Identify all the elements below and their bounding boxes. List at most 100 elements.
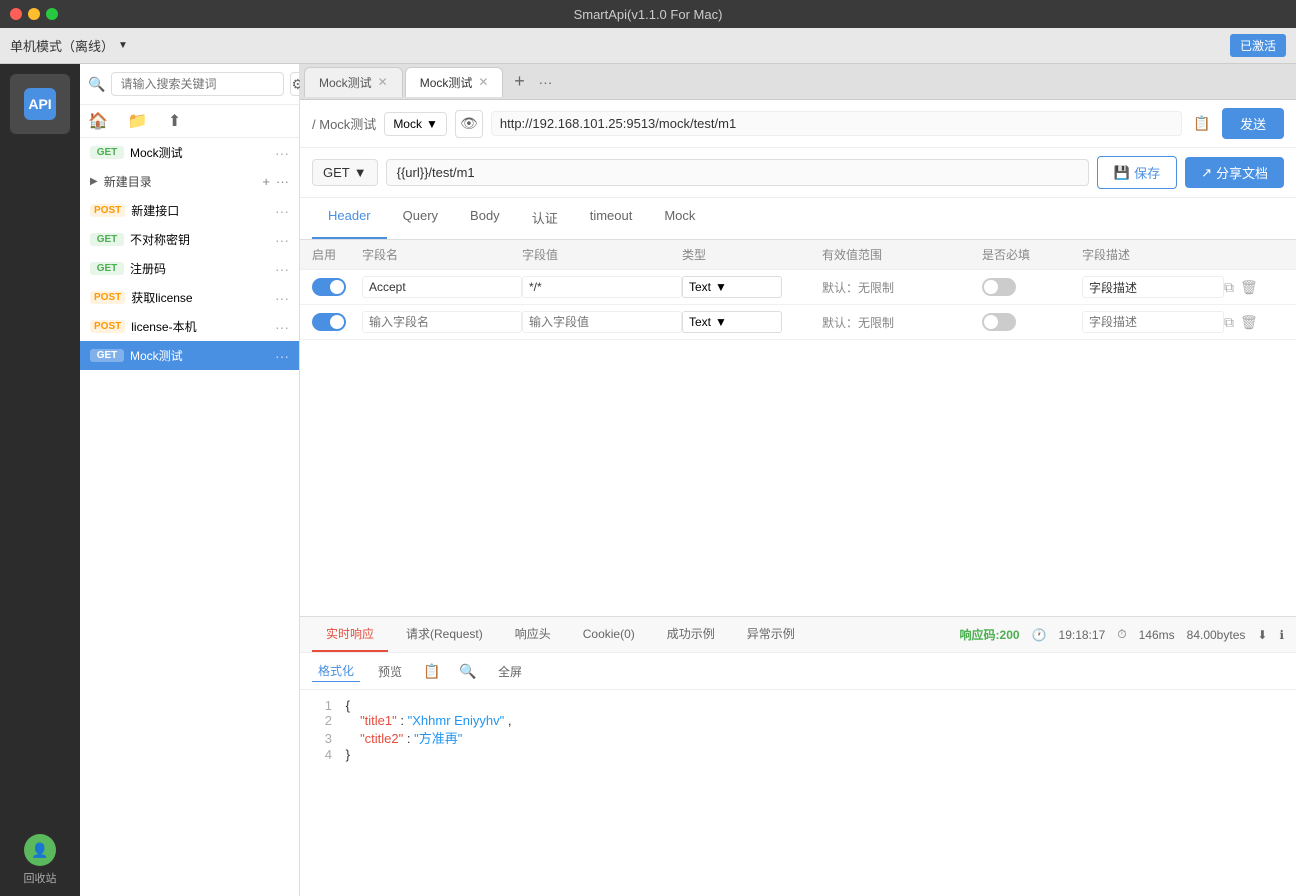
response-tab-headers[interactable]: 响应头 — [501, 617, 565, 652]
row2-field-value[interactable] — [522, 311, 682, 333]
mock-select[interactable]: Mock ▼ — [384, 112, 447, 136]
traffic-lights — [10, 8, 58, 20]
row1-field-value[interactable] — [522, 276, 682, 298]
row2-enable-toggle[interactable] — [312, 313, 346, 331]
search-input[interactable] — [111, 72, 284, 96]
list-item[interactable]: GET 注册码 ··· — [80, 254, 299, 283]
more-icon[interactable]: ··· — [275, 290, 289, 306]
more-icon[interactable]: ··· — [275, 145, 289, 161]
tab-nav-body[interactable]: Body — [454, 198, 516, 239]
row2-required-toggle[interactable] — [982, 313, 1016, 331]
row2-range: 默认：无限制 — [822, 316, 894, 330]
save-button[interactable]: 💾 保存 — [1097, 156, 1177, 189]
api-item-name: license-本机 — [131, 318, 269, 335]
delete-icon[interactable]: 🗑 — [1240, 279, 1258, 296]
response-toolbar: 格式化 预览 📋 🔍 全屏 — [300, 653, 1296, 690]
json-line-4: 4 } — [312, 747, 1284, 762]
file-action-folder[interactable]: 📁 — [128, 111, 148, 131]
copy-response-button[interactable]: 📋 — [420, 659, 444, 683]
tab-mock2[interactable]: Mock测试 ✕ — [405, 67, 504, 97]
copy-icon[interactable]: ⧉ — [1224, 314, 1234, 331]
row1-description[interactable] — [1082, 276, 1224, 298]
row1-enable-toggle[interactable] — [312, 278, 346, 296]
list-item-active[interactable]: GET Mock测试 ··· — [80, 341, 299, 370]
close-icon[interactable]: ✕ — [378, 75, 388, 89]
file-action-home[interactable]: 🏠 — [88, 111, 108, 131]
api-item-name: Mock测试 — [130, 144, 269, 161]
path-input[interactable] — [386, 159, 1089, 186]
main-layout: API 👤 回收站 🔍 ⚙ 🏠 📁 ⬆ GET Mock测试 ··· — [0, 64, 1296, 896]
header-description: 字段描述 — [1082, 246, 1224, 263]
sidebar-bottom: 👤 回收站 — [24, 834, 57, 896]
add-icon[interactable]: + — [262, 174, 270, 189]
tab-nav-header[interactable]: Header — [312, 198, 387, 239]
app-title: SmartApi(v1.1.0 For Mac) — [574, 7, 723, 22]
close-traffic-light[interactable] — [10, 8, 22, 20]
copy-icon[interactable]: ⧉ — [1224, 279, 1234, 296]
list-item[interactable]: GET Mock测试 ··· — [80, 138, 299, 167]
folder-more-icon[interactable]: ··· — [276, 174, 289, 189]
row1-field-name[interactable] — [362, 276, 522, 298]
tab-mock1[interactable]: Mock测试 ✕ — [304, 67, 403, 97]
more-icon[interactable]: ··· — [275, 261, 289, 277]
close-icon[interactable]: ✕ — [478, 75, 488, 89]
eye-button[interactable]: 👁 — [455, 110, 483, 138]
more-icon[interactable]: ··· — [275, 348, 289, 364]
tab-nav-auth[interactable]: 认证 — [516, 198, 574, 239]
search-response-button[interactable]: 🔍 — [456, 659, 480, 683]
api-icon: API — [24, 88, 56, 120]
tab-nav-query[interactable]: Query — [387, 198, 454, 239]
preview-button[interactable]: 预览 — [372, 661, 408, 682]
list-item[interactable]: POST 新建接口 ··· — [80, 196, 299, 225]
file-action-export[interactable]: ⬆ — [168, 111, 181, 131]
folder-name: 新建目录 — [104, 173, 152, 190]
mode-selector[interactable]: 单机模式（离线） ▼ — [10, 36, 128, 55]
tab-nav-timeout[interactable]: timeout — [574, 198, 649, 239]
line-num: 2 — [312, 713, 342, 728]
share-button[interactable]: ↗ 分享文档 — [1185, 157, 1284, 188]
response-tab-error[interactable]: 异常示例 — [733, 617, 809, 652]
row2-description[interactable] — [1082, 311, 1224, 333]
method-badge: GET — [90, 233, 124, 246]
delete-icon[interactable]: 🗑 — [1240, 314, 1258, 331]
method-bar: GET ▼ 💾 保存 ↗ 分享文档 — [300, 148, 1296, 198]
method-select[interactable]: GET ▼ — [312, 159, 378, 186]
list-item[interactable]: GET 不对称密钥 ··· — [80, 225, 299, 254]
share-icon: ↗ — [1201, 165, 1212, 181]
fullscreen-traffic-light[interactable] — [46, 8, 58, 20]
tab-nav: Header Query Body 认证 timeout Mock — [300, 198, 1296, 240]
sidebar-item-api[interactable]: API — [10, 74, 70, 134]
response-tab-request[interactable]: 请求(Request) — [392, 617, 497, 652]
response-tab-realtime[interactable]: 实时响应 — [312, 617, 388, 652]
row1-type-select[interactable]: Text ▼ — [682, 276, 782, 298]
chevron-down-icon: ▼ — [426, 117, 438, 131]
json-key-1: "title1" — [346, 713, 397, 728]
row1-required-toggle[interactable] — [982, 278, 1016, 296]
row2-type-select[interactable]: Text ▼ — [682, 311, 782, 333]
minimize-traffic-light[interactable] — [28, 8, 40, 20]
fullscreen-button[interactable]: 全屏 — [492, 661, 528, 682]
row2-field-name[interactable] — [362, 311, 522, 333]
response-tab-success[interactable]: 成功示例 — [653, 617, 729, 652]
download-icon[interactable]: ⬇ — [1257, 628, 1267, 642]
more-icon[interactable]: ··· — [275, 203, 289, 219]
format-button[interactable]: 格式化 — [312, 660, 360, 682]
folder-item[interactable]: ▶ 新建目录 + ··· — [80, 167, 299, 196]
list-item[interactable]: POST 获取license ··· — [80, 283, 299, 312]
save-icon: 💾 — [1114, 165, 1130, 181]
tab-nav-mock[interactable]: Mock — [648, 198, 711, 239]
response-tab-cookie[interactable]: Cookie(0) — [569, 619, 649, 651]
user-avatar[interactable]: 👤 — [24, 834, 56, 866]
recycle-label[interactable]: 回收站 — [24, 870, 57, 886]
more-icon[interactable]: ··· — [275, 232, 289, 248]
api-icon-label: API — [28, 96, 51, 112]
info-icon[interactable]: ℹ — [1279, 628, 1284, 642]
list-item[interactable]: POST license-本机 ··· — [80, 312, 299, 341]
copy-url-button[interactable]: 📋 — [1190, 112, 1214, 136]
tab-more-button[interactable]: ··· — [533, 70, 557, 94]
titlebar: SmartApi(v1.1.0 For Mac) — [0, 0, 1296, 28]
more-icon[interactable]: ··· — [275, 319, 289, 335]
send-button[interactable]: 发送 — [1222, 108, 1284, 139]
folder-actions: + ··· — [262, 174, 289, 189]
tab-add-button[interactable]: + — [505, 68, 533, 96]
